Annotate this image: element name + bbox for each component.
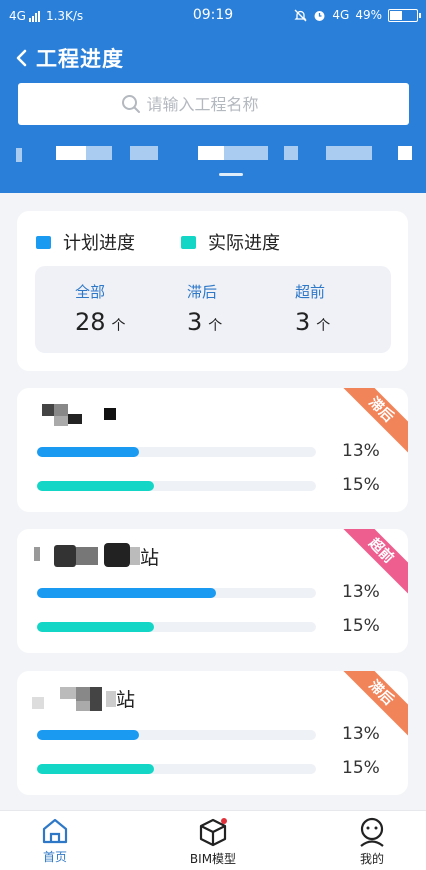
project-name-suffix: 站 bbox=[116, 689, 136, 711]
stat-ahead[interactable]: 超前 3个 bbox=[295, 281, 405, 336]
back-arrow-icon[interactable] bbox=[14, 48, 30, 68]
bottom-tab-bar: 首页 BIM模型 我的 bbox=[0, 810, 426, 870]
tab-mine-label: 我的 bbox=[359, 852, 384, 866]
tab-home-label: 首页 bbox=[42, 850, 67, 864]
tab-indicator bbox=[219, 173, 243, 176]
stat-ahead-label: 超前 bbox=[295, 283, 326, 301]
tab-home[interactable]: 首页 bbox=[15, 817, 95, 865]
search-bar[interactable] bbox=[18, 83, 409, 125]
tab-bim-model[interactable]: BIM模型 bbox=[173, 817, 253, 867]
plan-progress-bar bbox=[37, 588, 316, 598]
nav-bar: 工程进度 bbox=[14, 42, 124, 74]
stat-all-unit: 个 bbox=[111, 318, 126, 334]
home-icon bbox=[42, 818, 68, 844]
tab-mine[interactable]: 我的 bbox=[332, 817, 412, 867]
stat-behind[interactable]: 滞后 3个 bbox=[187, 281, 297, 336]
search-icon bbox=[121, 95, 140, 113]
actual-progress-bar bbox=[37, 764, 316, 774]
plan-percent: 13% bbox=[342, 441, 380, 461]
stat-behind-count: 3 bbox=[187, 308, 203, 336]
network-type-2: 4G bbox=[332, 8, 350, 22]
stat-ahead-count: 3 bbox=[295, 308, 311, 336]
stat-ahead-unit: 个 bbox=[316, 318, 331, 334]
stat-all-label: 全部 bbox=[75, 283, 106, 301]
mute-icon bbox=[294, 9, 307, 21]
status-bar: 4G 1.3K/s 09:19 4G 49% bbox=[0, 0, 426, 34]
status-right: 4G 49% bbox=[294, 8, 421, 22]
legend-actual-swatch bbox=[181, 235, 196, 249]
page-title: 工程进度 bbox=[36, 47, 124, 71]
actual-progress-bar bbox=[37, 481, 316, 491]
actual-percent: 15% bbox=[342, 758, 380, 778]
project-card[interactable]: 滞后 13% 15% bbox=[17, 388, 408, 512]
stats-panel: 全部 28 个 滞后 3个 超前 3个 bbox=[35, 266, 391, 353]
legend-actual: 实际进度 bbox=[181, 229, 280, 255]
plan-percent: 13% bbox=[342, 582, 380, 602]
app-header: 4G 1.3K/s 09:19 4G 49% 工程进度 bbox=[0, 0, 426, 193]
search-input[interactable] bbox=[146, 94, 307, 114]
alarm-icon bbox=[314, 10, 325, 21]
project-card[interactable]: 滞后 站 13% 15% bbox=[17, 671, 408, 795]
project-category-tabs[interactable] bbox=[0, 136, 426, 176]
legend-plan: 计划进度 bbox=[36, 229, 135, 255]
progress-summary-card: 计划进度 实际进度 全部 28 个 滞后 3个 超前 3个 bbox=[17, 211, 408, 371]
legend-plan-label: 计划进度 bbox=[63, 233, 135, 254]
legend: 计划进度 实际进度 bbox=[36, 229, 280, 255]
plan-progress-bar bbox=[37, 447, 316, 457]
user-icon bbox=[360, 817, 384, 847]
stat-all[interactable]: 全部 28 个 bbox=[75, 281, 185, 336]
project-card[interactable]: 超前 站 13% 15% bbox=[17, 529, 408, 653]
cube-icon bbox=[199, 818, 227, 847]
legend-plan-swatch bbox=[36, 235, 51, 249]
stat-behind-label: 滞后 bbox=[187, 283, 218, 301]
actual-percent: 15% bbox=[342, 616, 380, 636]
project-name-suffix: 站 bbox=[140, 547, 160, 569]
plan-progress-bar bbox=[37, 730, 316, 740]
actual-percent: 15% bbox=[342, 475, 380, 495]
battery-percent: 49% bbox=[355, 8, 382, 22]
plan-percent: 13% bbox=[342, 724, 380, 744]
stat-all-count: 28 bbox=[75, 308, 106, 336]
stat-behind-unit: 个 bbox=[208, 318, 223, 334]
legend-actual-label: 实际进度 bbox=[208, 233, 280, 254]
tab-bim-model-label: BIM模型 bbox=[189, 852, 237, 866]
actual-progress-bar bbox=[37, 622, 316, 632]
battery-icon bbox=[388, 8, 421, 22]
